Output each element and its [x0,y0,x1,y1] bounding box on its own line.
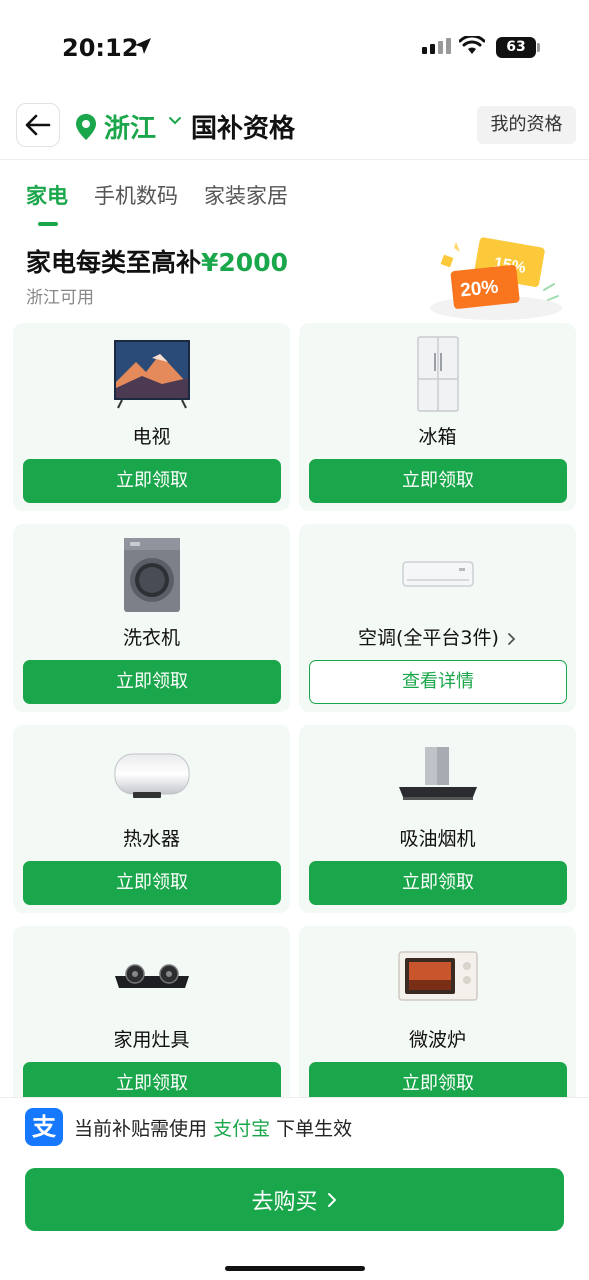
claim-button[interactable]: 立即领取 [23,459,281,503]
back-button[interactable] [16,103,60,147]
notice-suffix: 下单生效 [276,1118,353,1140]
view-details-button[interactable]: 查看详情 [309,660,567,704]
page-title: 国补资格 [191,114,296,144]
location-pin-icon[interactable] [74,113,98,141]
air-conditioner-icon [401,561,474,587]
battery-indicator: 63 [496,37,536,58]
product-image [299,938,576,1016]
tab-label: 家电 [26,184,68,208]
claim-button[interactable]: 立即领取 [309,861,567,905]
product-card-tv[interactable]: 电视 立即领取 [13,323,290,511]
buy-button-label: 去购买 [251,1189,318,1215]
product-image [13,938,290,1016]
buy-button[interactable]: 去购买 [25,1168,564,1231]
coupon-illustration: 15% 20% [430,237,562,320]
notice-prefix: 当前补贴需使用 [74,1118,208,1140]
claim-button[interactable]: 立即领取 [23,861,281,905]
product-image [13,335,290,413]
promo-headline: 家电每类至高补¥2000 [26,243,288,279]
product-name: 热水器 [122,828,180,850]
claim-button[interactable]: 立即领取 [309,459,567,503]
product-card-microwave[interactable]: 微波炉 立即领取 [299,926,576,1098]
chevron-right-icon [508,632,516,645]
microwave-icon [397,951,478,1001]
status-bar: 20:12 63 [0,0,589,96]
tab-home-furnishing[interactable]: 家装家居 [204,180,288,226]
range-hood-icon [398,747,477,800]
washing-machine-icon [123,538,180,612]
product-grid: 电视 立即领取 冰箱 立即领取 洗衣机 立即领取 空调(全平台3件) 查看详情 … [13,323,576,1098]
promo-subtitle: 浙江可用 [26,288,94,308]
product-name: 电视 [132,426,171,448]
claim-button[interactable]: 立即领取 [23,1062,281,1098]
product-name: 洗衣机 [122,627,180,649]
promo-amount: ¥2000 [201,248,288,277]
product-image [299,335,576,413]
wifi-icon [459,36,485,54]
home-indicator [225,1266,365,1271]
product-name-text: 空调(全平台3件) [358,627,499,649]
category-tabs: 家电 手机数码 家装家居 [26,180,288,226]
claim-button[interactable]: 立即领取 [23,660,281,704]
bottom-bar: 支 当前补贴需使用 支付宝 下单生效 去购买 [0,1097,589,1280]
product-image [299,536,576,614]
payment-notice: 当前补贴需使用 支付宝 下单生效 [74,1114,352,1141]
product-name: 微波炉 [408,1029,466,1051]
tab-label: 手机数码 [94,184,178,208]
product-card-range-hood[interactable]: 吸油烟机 立即领取 [299,725,576,913]
tab-appliances[interactable]: 家电 [26,180,68,226]
product-card-air-conditioner[interactable]: 空调(全平台3件) 查看详情 [299,524,576,712]
claim-button[interactable]: 立即领取 [309,1062,567,1098]
tab-label: 家装家居 [204,184,288,208]
product-card-gas-stove[interactable]: 家用灶具 立即领取 [13,926,290,1098]
battery-tip [537,43,540,52]
product-image [13,737,290,815]
product-card-water-heater[interactable]: 热水器 立即领取 [13,725,290,913]
fridge-icon [416,336,459,412]
product-image [299,737,576,815]
chevron-right-icon [327,1192,336,1207]
gas-stove-icon [114,964,189,988]
product-name: 冰箱 [418,426,457,448]
product-image [13,536,290,614]
water-heater-icon [114,753,189,798]
province-selector[interactable]: 浙江 [104,108,156,145]
my-qualification-button[interactable]: 我的资格 [477,106,576,144]
product-card-washer[interactable]: 洗衣机 立即领取 [13,524,290,712]
tab-digital[interactable]: 手机数码 [94,180,178,226]
product-name: 家用灶具 [113,1029,190,1051]
header: 浙江 国补资格 我的资格 [0,100,589,160]
cellular-signal-icon [422,38,451,54]
product-name[interactable]: 空调(全平台3件) [299,623,576,650]
active-tab-indicator [38,222,58,226]
coupon-front-text: 20% [459,277,499,302]
alipay-logo: 支 [25,1108,63,1146]
location-arrow-icon [135,38,151,54]
status-time: 20:12 [62,34,139,62]
chevron-down-icon[interactable] [168,116,182,126]
product-card-fridge[interactable]: 冰箱 立即领取 [299,323,576,511]
notice-brand: 支付宝 [213,1118,271,1140]
promo-title-text: 家电每类至高补 [26,248,202,277]
product-name: 吸油烟机 [399,828,476,850]
tv-icon [113,340,190,409]
back-arrow-icon [25,114,51,136]
